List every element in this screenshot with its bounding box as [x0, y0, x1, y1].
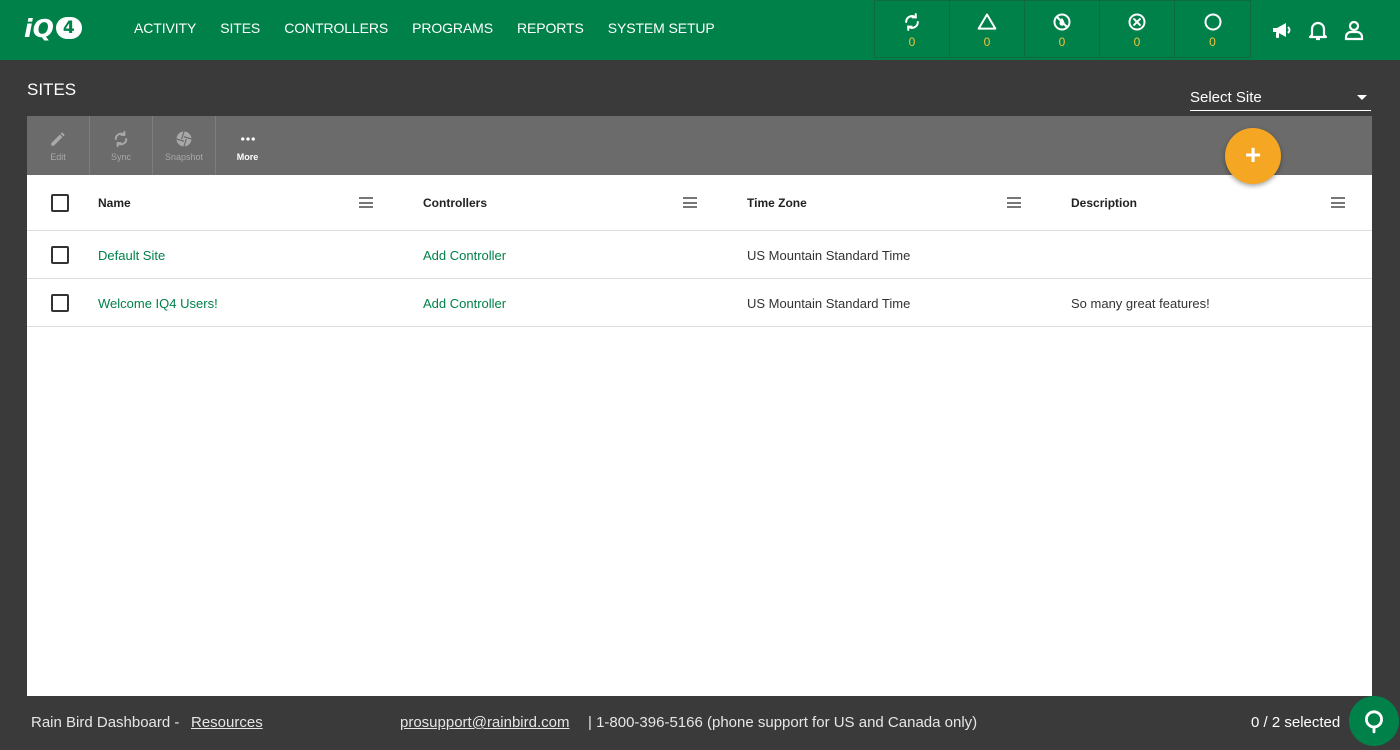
status-no-water[interactable]: 0: [1025, 1, 1100, 57]
footer-dashboard-text: Rain Bird Dashboard -: [31, 714, 180, 731]
megaphone-icon: [1273, 23, 1291, 38]
chat-bubble-icon: [1365, 710, 1383, 734]
sync-count: 0: [908, 35, 916, 49]
notifications-button[interactable]: [1304, 16, 1332, 44]
top-right-icons: [1260, 16, 1368, 44]
table-row[interactable]: Default Site Add Controller US Mountain …: [27, 231, 1372, 279]
aperture-icon: [176, 130, 192, 147]
pencil-icon: [51, 131, 65, 146]
site-name-link[interactable]: Default Site: [98, 231, 165, 279]
offline-count: 0: [1209, 35, 1216, 49]
selection-count: 0 / 2 selected: [1251, 714, 1341, 731]
time-zone-cell: US Mountain Standard Time: [747, 295, 911, 311]
caret-down-icon: [1357, 94, 1367, 100]
no-water-count: 0: [1058, 35, 1066, 49]
toolbar: Edit Sync Snapshot More: [27, 116, 1372, 175]
column-menu-icon[interactable]: [359, 197, 373, 208]
table-row[interactable]: Welcome IQ4 Users! Add Controller US Mou…: [27, 279, 1372, 327]
column-header-controllers[interactable]: Controllers: [423, 175, 487, 231]
error-count: 0: [1133, 35, 1141, 49]
iq4-logo[interactable]: iQ 4: [24, 13, 82, 43]
site-name-link[interactable]: Welcome IQ4 Users!: [98, 279, 218, 327]
sites-table: Name Controllers Time Zone Description D…: [27, 175, 1372, 696]
chat-support-button[interactable]: [1349, 696, 1399, 746]
nav-controllers[interactable]: CONTROLLERS: [284, 20, 388, 36]
column-menu-icon[interactable]: [683, 197, 697, 208]
sync-icon: [114, 130, 128, 147]
user-icon: [1344, 20, 1364, 41]
sync-label: Sync: [110, 151, 131, 162]
more-button[interactable]: More: [216, 116, 279, 175]
status-sync[interactable]: 0: [875, 1, 950, 57]
warning-icon: [977, 13, 997, 30]
status-warning[interactable]: 0: [950, 1, 1025, 57]
add-site-button[interactable]: +: [1225, 128, 1281, 184]
logo-badge: 4: [55, 17, 82, 39]
main-nav: ACTIVITY SITES CONTROLLERS PROGRAMS REPO…: [134, 0, 739, 56]
select-site-dropdown[interactable]: Select Site: [1190, 84, 1371, 111]
edit-label: Edit: [50, 151, 66, 162]
add-controller-link[interactable]: Add Controller: [423, 231, 506, 279]
nav-system-setup[interactable]: SYSTEM SETUP: [608, 20, 715, 36]
table-header: Name Controllers Time Zone Description: [27, 175, 1372, 231]
row-checkbox[interactable]: [51, 294, 69, 312]
description-cell: So many great features!: [1071, 295, 1210, 311]
footer: Rain Bird Dashboard - Resources prosuppo…: [0, 696, 1400, 750]
nav-activity[interactable]: ACTIVITY: [134, 20, 196, 36]
snapshot-button[interactable]: Snapshot: [153, 116, 216, 175]
column-menu-icon[interactable]: [1007, 197, 1021, 208]
support-phone-text: | 1-800-396-5166 (phone support for US a…: [588, 714, 978, 731]
user-account-button[interactable]: [1340, 16, 1368, 44]
page-title: SITES: [27, 80, 77, 99]
more-label: More: [236, 151, 259, 162]
column-header-description[interactable]: Description: [1071, 175, 1137, 231]
sync-button[interactable]: Sync: [90, 116, 153, 175]
column-header-name[interactable]: Name: [98, 175, 131, 231]
column-menu-icon[interactable]: [1331, 197, 1345, 208]
warning-count: 0: [983, 35, 991, 49]
resources-link[interactable]: Resources: [191, 714, 263, 731]
row-checkbox[interactable]: [51, 246, 69, 264]
error-icon: [1128, 13, 1146, 31]
top-bar: iQ 4 ACTIVITY SITES CONTROLLERS PROGRAMS …: [0, 0, 1400, 60]
nav-sites[interactable]: SITES: [220, 20, 260, 36]
snapshot-label: Snapshot: [164, 151, 204, 162]
announcements-button[interactable]: [1268, 16, 1296, 44]
status-error[interactable]: 0: [1100, 1, 1175, 57]
support-email-link[interactable]: prosupport@rainbird.com: [400, 714, 569, 731]
bell-icon: [1308, 21, 1328, 41]
column-header-timezone[interactable]: Time Zone: [747, 175, 807, 231]
status-offline[interactable]: 0: [1175, 1, 1250, 57]
select-site-value: Select Site: [1190, 88, 1262, 106]
logo-text: iQ: [24, 13, 54, 43]
nav-reports[interactable]: REPORTS: [517, 20, 584, 36]
more-dots-icon: [240, 136, 255, 141]
select-all-checkbox[interactable]: [51, 194, 69, 212]
nav-programs[interactable]: PROGRAMS: [412, 20, 493, 36]
edit-button[interactable]: Edit: [27, 116, 90, 175]
plus-icon: +: [1244, 139, 1262, 170]
offline-icon: [1204, 13, 1221, 31]
sync-icon: [905, 13, 919, 31]
add-controller-link[interactable]: Add Controller: [423, 279, 506, 327]
no-water-icon: [1053, 13, 1071, 31]
status-counters: 0 0 0 0 0: [874, 0, 1251, 58]
time-zone-cell: US Mountain Standard Time: [747, 247, 911, 263]
